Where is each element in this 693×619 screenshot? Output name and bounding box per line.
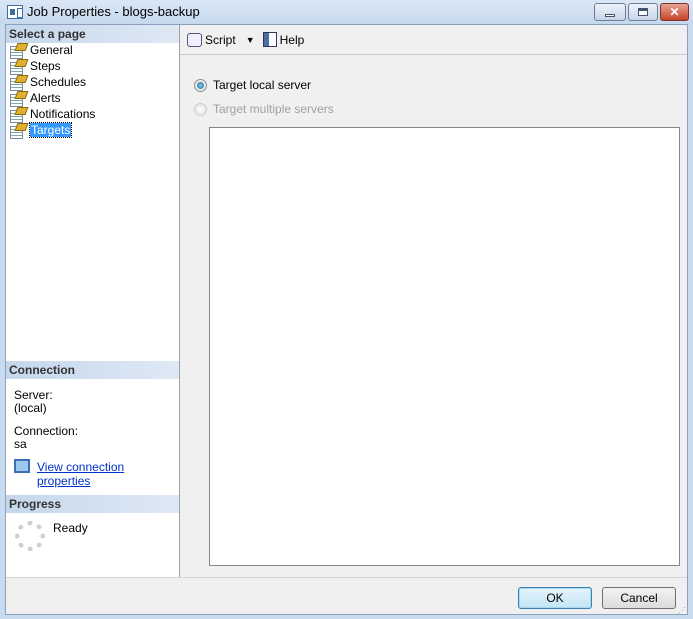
script-icon <box>187 32 202 47</box>
target-local-radio[interactable]: Target local server <box>194 78 311 92</box>
button-bar: OK Cancel ⋰ <box>6 577 687 615</box>
connection-value: sa <box>14 437 27 451</box>
page-icon <box>10 123 26 139</box>
minimize-button[interactable] <box>594 3 626 21</box>
page-icon <box>10 107 26 123</box>
dialog-client: Select a page General Steps Schedules Al… <box>5 24 688 615</box>
close-icon: ✕ <box>669 5 680 19</box>
page-item-alerts[interactable]: Alerts <box>10 90 61 107</box>
connection-header: Connection <box>6 361 179 379</box>
connection-properties-icon <box>14 459 30 473</box>
radio-label: Target multiple servers <box>213 102 334 116</box>
page-icon <box>10 59 26 75</box>
radio-label: Target local server <box>213 78 312 92</box>
help-label: Help <box>279 32 305 47</box>
script-button[interactable]: Script <box>187 32 236 47</box>
page-item-targets[interactable]: Targets <box>10 122 73 139</box>
page-label: Notifications <box>30 107 96 121</box>
server-value: (local) <box>14 401 47 415</box>
resize-grip-icon[interactable]: ⋰ <box>678 606 686 615</box>
progress-status: Ready <box>53 521 88 535</box>
maximize-icon <box>638 8 648 16</box>
progress-spinner-icon <box>15 521 45 551</box>
page-label: Targets <box>28 122 73 138</box>
app-icon <box>7 5 23 19</box>
left-panel: Select a page General Steps Schedules Al… <box>6 25 180 577</box>
maximize-button[interactable] <box>628 3 658 21</box>
target-multiple-radio: Target multiple servers <box>194 102 334 116</box>
page-item-general[interactable]: General <box>10 42 73 59</box>
server-label: Server: <box>14 388 53 402</box>
close-button[interactable]: ✕ <box>660 3 689 21</box>
page-icon <box>10 43 26 59</box>
page-label: Alerts <box>30 91 61 105</box>
target-servers-list[interactable] <box>209 127 680 566</box>
connection-label: Connection: <box>14 424 79 438</box>
page-item-schedules[interactable]: Schedules <box>10 74 87 91</box>
script-label: Script <box>205 32 236 47</box>
page-label: Steps <box>30 59 61 73</box>
select-page-header: Select a page <box>6 25 179 43</box>
main-panel: Script ▼ Help Target local server Target… <box>180 25 687 577</box>
page-label: General <box>30 43 73 57</box>
script-dropdown-chevron-down-icon[interactable]: ▼ <box>246 35 255 45</box>
radio-unselected-icon <box>194 102 207 116</box>
page-item-notifications[interactable]: Notifications <box>10 106 96 123</box>
progress-header: Progress <box>6 495 179 513</box>
title-bar[interactable]: Job Properties - blogs-backup ✕ <box>0 0 693 24</box>
minimize-icon <box>605 13 615 17</box>
view-connection-properties-link[interactable]: View connection properties <box>37 460 179 488</box>
page-icon <box>10 91 26 107</box>
ok-button[interactable]: OK <box>518 587 592 609</box>
window-title: Job Properties - blogs-backup <box>27 4 200 19</box>
page-item-steps[interactable]: Steps <box>10 58 61 75</box>
help-button[interactable]: Help <box>262 32 305 47</box>
page-icon <box>10 75 26 91</box>
cancel-button[interactable]: Cancel <box>602 587 676 609</box>
help-icon <box>262 32 277 47</box>
page-label: Schedules <box>30 75 87 89</box>
radio-selected-icon <box>194 78 207 92</box>
toolbar: Script ▼ Help <box>180 25 687 55</box>
